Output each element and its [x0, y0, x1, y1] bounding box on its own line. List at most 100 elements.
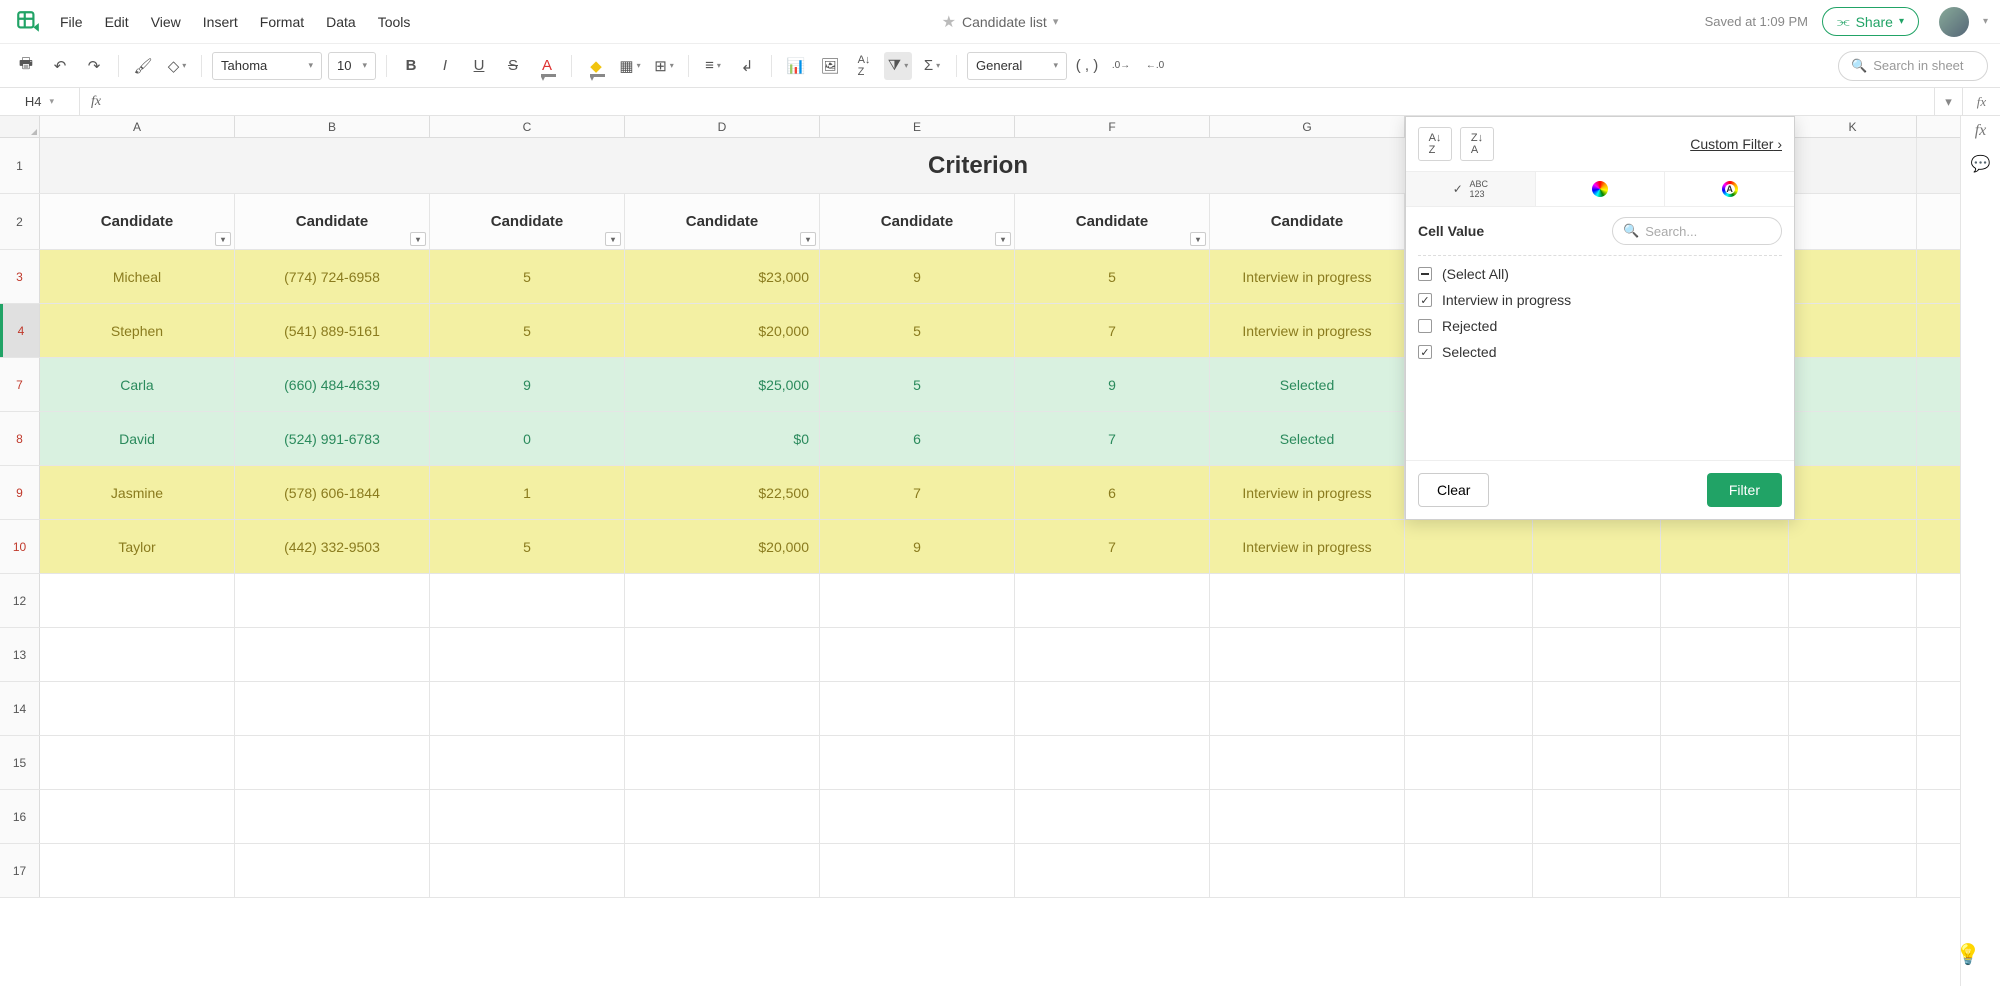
cell[interactable]: 5: [820, 304, 1015, 357]
fx-icon[interactable]: fx: [80, 94, 112, 110]
cell[interactable]: [1789, 412, 1917, 465]
decimal-increase-icon[interactable]: .0→: [1107, 52, 1135, 80]
cell[interactable]: $20,000: [625, 304, 820, 357]
help-bulb-icon[interactable]: 💡: [1950, 936, 1986, 972]
cell[interactable]: [1015, 844, 1210, 897]
col-header[interactable]: E: [820, 116, 1015, 137]
row-header[interactable]: 9: [0, 466, 40, 519]
cell[interactable]: 5: [430, 520, 625, 573]
cell[interactable]: [1015, 628, 1210, 681]
cell[interactable]: David: [40, 412, 235, 465]
chevron-down-icon[interactable]: ▾: [1983, 16, 1988, 27]
filter-dropdown-icon[interactable]: ▾: [410, 232, 426, 246]
menu-edit[interactable]: Edit: [105, 14, 129, 30]
cell[interactable]: (660) 484-4639: [235, 358, 430, 411]
cell[interactable]: [1533, 844, 1661, 897]
format-painter-icon[interactable]: 🖌: [129, 52, 157, 80]
cell[interactable]: [1210, 628, 1405, 681]
filter-dropdown-icon[interactable]: ▾: [1190, 232, 1206, 246]
col-header[interactable]: D: [625, 116, 820, 137]
cell[interactable]: [1789, 844, 1917, 897]
font-select[interactable]: Tahoma▾: [212, 52, 322, 80]
cell[interactable]: [40, 844, 235, 897]
cell[interactable]: [1533, 628, 1661, 681]
row-header[interactable]: 10: [0, 520, 40, 573]
clear-button[interactable]: Clear: [1418, 473, 1489, 507]
cell[interactable]: Selected: [1210, 412, 1405, 465]
cell[interactable]: Interview in progress: [1210, 304, 1405, 357]
cell[interactable]: 6: [820, 412, 1015, 465]
col-header[interactable]: B: [235, 116, 430, 137]
fx-sidebar-icon[interactable]: fx: [1962, 88, 2000, 115]
user-avatar[interactable]: [1939, 7, 1969, 37]
italic-icon[interactable]: I: [431, 52, 459, 80]
cell[interactable]: $20,000: [625, 520, 820, 573]
cell[interactable]: [235, 628, 430, 681]
header-cell[interactable]: Candidate▾: [430, 194, 625, 249]
document-title[interactable]: ★ Candidate list ▾: [942, 12, 1059, 32]
fill-color-icon[interactable]: ◆: [582, 52, 610, 80]
cell[interactable]: [235, 844, 430, 897]
filter-dropdown-icon[interactable]: ▾: [995, 232, 1011, 246]
name-box[interactable]: H4▾: [0, 88, 80, 115]
cell[interactable]: [625, 574, 820, 627]
cell[interactable]: [625, 844, 820, 897]
cell[interactable]: [1789, 790, 1917, 843]
cell[interactable]: [1789, 250, 1917, 303]
cell[interactable]: [235, 790, 430, 843]
row-header[interactable]: 3: [0, 250, 40, 303]
chart-icon[interactable]: 📊: [782, 52, 810, 80]
cell[interactable]: [1533, 520, 1661, 573]
filter-option[interactable]: Rejected: [1418, 318, 1782, 334]
col-header[interactable]: C: [430, 116, 625, 137]
align-icon[interactable]: ≡: [699, 52, 727, 80]
cell[interactable]: [625, 682, 820, 735]
formula-input[interactable]: [112, 88, 1934, 115]
cell[interactable]: [820, 682, 1015, 735]
sort-desc-button[interactable]: Z↓A: [1460, 127, 1494, 161]
cell[interactable]: [1661, 736, 1789, 789]
cell[interactable]: [430, 682, 625, 735]
redo-icon[interactable]: ↷: [80, 52, 108, 80]
cell[interactable]: [1789, 574, 1917, 627]
cell[interactable]: [1661, 844, 1789, 897]
cell[interactable]: (578) 606-1844: [235, 466, 430, 519]
cell[interactable]: [235, 682, 430, 735]
cell[interactable]: 5: [1015, 250, 1210, 303]
cell[interactable]: [1210, 844, 1405, 897]
underline-icon[interactable]: U: [465, 52, 493, 80]
row-header[interactable]: 14: [0, 682, 40, 735]
filter-dropdown-icon[interactable]: ▾: [605, 232, 621, 246]
col-header[interactable]: K: [1789, 116, 1917, 137]
cell[interactable]: (541) 889-5161: [235, 304, 430, 357]
cell[interactable]: 7: [1015, 304, 1210, 357]
cell[interactable]: $22,500: [625, 466, 820, 519]
filter-tab-textcolor[interactable]: [1665, 172, 1794, 206]
menu-format[interactable]: Format: [260, 14, 304, 30]
comments-panel-icon[interactable]: 💬: [1971, 154, 1991, 174]
cell[interactable]: 9: [820, 520, 1015, 573]
borders-icon[interactable]: ▦: [616, 52, 644, 80]
cell[interactable]: [1661, 520, 1789, 573]
filter-button[interactable]: Filter: [1707, 473, 1782, 507]
cell[interactable]: [1405, 628, 1533, 681]
menu-insert[interactable]: Insert: [203, 14, 238, 30]
filter-option[interactable]: Selected: [1418, 344, 1782, 360]
cell[interactable]: [1789, 628, 1917, 681]
cell[interactable]: 7: [1015, 412, 1210, 465]
cell[interactable]: Micheal: [40, 250, 235, 303]
font-color-icon[interactable]: A: [533, 52, 561, 80]
cell[interactable]: [1015, 736, 1210, 789]
cell[interactable]: [1015, 574, 1210, 627]
custom-filter-link[interactable]: Custom Filter: [1690, 136, 1782, 152]
cell[interactable]: [1533, 790, 1661, 843]
cell[interactable]: [430, 844, 625, 897]
cell[interactable]: [820, 844, 1015, 897]
header-cell[interactable]: Candidate▾: [820, 194, 1015, 249]
cell[interactable]: [430, 736, 625, 789]
sort-icon[interactable]: A↓Z: [850, 52, 878, 80]
cell[interactable]: (774) 724-6958: [235, 250, 430, 303]
row-header[interactable]: 12: [0, 574, 40, 627]
cell[interactable]: 5: [430, 304, 625, 357]
number-format-select[interactable]: General▾: [967, 52, 1067, 80]
